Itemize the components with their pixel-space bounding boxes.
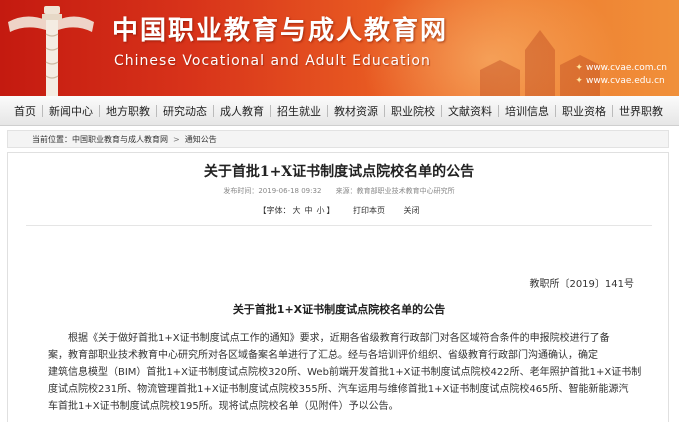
nav-item-home[interactable]: 首页	[14, 103, 36, 119]
nav-item-news[interactable]: 新闻中心	[49, 103, 93, 119]
star-icon: ✦	[575, 76, 583, 86]
body-line: 车首批1+X证书制度试点院校195所。现将试点院校名单（见附件）予以公告。	[48, 401, 399, 412]
url-text: www.cvae.com.cn	[585, 63, 667, 73]
article-tools: 【字体：大中小】 打印本页 关闭	[8, 205, 670, 216]
nav-item-qualification[interactable]: 职业资格	[562, 103, 606, 119]
body-line: 案，教育部职业技术教育中心研究所对各区域备案名单进行了汇总。经与各培训评价组织、…	[48, 350, 598, 361]
article-divider	[26, 225, 652, 226]
nav-divider	[270, 104, 271, 117]
url-text: www.cvae.edu.cn	[585, 76, 665, 86]
font-size-medium-button[interactable]: 中	[304, 206, 312, 215]
print-button[interactable]: 打印本页	[353, 206, 385, 215]
document-number: 教职所〔2019〕141号	[529, 279, 634, 290]
breadcrumb: 当前位置： 中国职业教育与成人教育网 > 通知公告	[7, 130, 669, 148]
font-size-bracket: 】	[326, 206, 335, 215]
body-line: 度试点院校231所、物流管理首批1+X证书制度试点院校355所、汽车运用与维修首…	[48, 384, 629, 395]
article-meta: 发布时间：2019-06-18 09:32 来源：教育部职业技术教育中心研究所	[8, 186, 670, 196]
nav-item-adult-edu[interactable]: 成人教育	[220, 103, 264, 119]
url-line-2[interactable]: ✦ www.cvae.edu.cn	[575, 75, 667, 88]
url-line-1[interactable]: ✦ www.cvae.com.cn	[575, 62, 667, 75]
nav-item-local[interactable]: 地方职教	[106, 103, 150, 119]
nav-item-world[interactable]: 世界职教	[619, 103, 663, 119]
nav-item-resources[interactable]: 教材资源	[334, 103, 378, 119]
nav-divider	[99, 104, 100, 117]
nav-divider	[42, 104, 43, 117]
font-size-large-button[interactable]: 大	[292, 206, 300, 215]
nav-item-schools[interactable]: 职业院校	[391, 103, 435, 119]
site-urls: ✦ www.cvae.com.cn ✦ www.cvae.edu.cn	[575, 62, 667, 88]
nav-divider	[498, 104, 499, 117]
nav-divider	[612, 104, 613, 117]
nav-item-enrollment[interactable]: 招生就业	[277, 103, 321, 119]
breadcrumb-current-link[interactable]: 通知公告	[185, 134, 217, 145]
nav-divider	[555, 104, 556, 117]
nav-item-research[interactable]: 研究动态	[163, 103, 207, 119]
nav-item-training[interactable]: 培训信息	[505, 103, 549, 119]
article-title: 关于首批1+X证书制度试点院校名单的公告	[203, 164, 475, 180]
nav-item-literature[interactable]: 文献资料	[448, 103, 492, 119]
nav-divider	[327, 104, 328, 117]
document-title: 关于首批1+X证书制度试点院校名单的公告	[232, 303, 446, 316]
body-line: 根据《关于做好首批1+X证书制度试点工作的通知》要求，近期各省级教育行政部门对各…	[48, 333, 610, 344]
close-button[interactable]: 关闭	[404, 206, 420, 215]
site-banner: 中国职业教育与成人教育网 Chinese Vocational and Adul…	[0, 0, 679, 96]
breadcrumb-separator: >	[173, 134, 180, 144]
breadcrumb-label: 当前位置：	[32, 134, 72, 144]
site-title-en: Chinese Vocational and Adult Education	[114, 53, 431, 69]
nav-divider	[384, 104, 385, 117]
article-body: 根据《关于做好首批1+X证书制度试点工作的通知》要求，近期各省级教育行政部门对各…	[48, 330, 642, 415]
publish-time: 发布时间：2019-06-18 09:32	[223, 187, 322, 195]
main-nav: 首页 新闻中心 地方职教 研究动态 成人教育 招生就业 教材资源 职业院校 文献…	[0, 96, 679, 126]
font-size-control: 【字体：大中小】	[258, 206, 334, 215]
article-panel: 关于首批1+X证书制度试点院校名单的公告 发布时间：2019-06-18 09:…	[7, 152, 669, 422]
font-size-label: 【字体：	[258, 206, 291, 215]
huabiao-pillar-icon	[8, 6, 94, 96]
nav-divider	[213, 104, 214, 117]
nav-divider	[441, 104, 442, 117]
body-line: 建筑信息模型（BIM）首批1+X证书制度试点院校320所、Web前端开发首批1+…	[48, 367, 642, 378]
site-title-cn: 中国职业教育与成人教育网	[112, 16, 449, 46]
star-icon: ✦	[575, 63, 583, 73]
font-size-small-button[interactable]: 小	[316, 206, 324, 215]
article-source: 来源：教育部职业技术教育中心研究所	[335, 187, 455, 195]
nav-divider	[156, 104, 157, 117]
breadcrumb-site-link[interactable]: 中国职业教育与成人教育网	[72, 134, 168, 145]
